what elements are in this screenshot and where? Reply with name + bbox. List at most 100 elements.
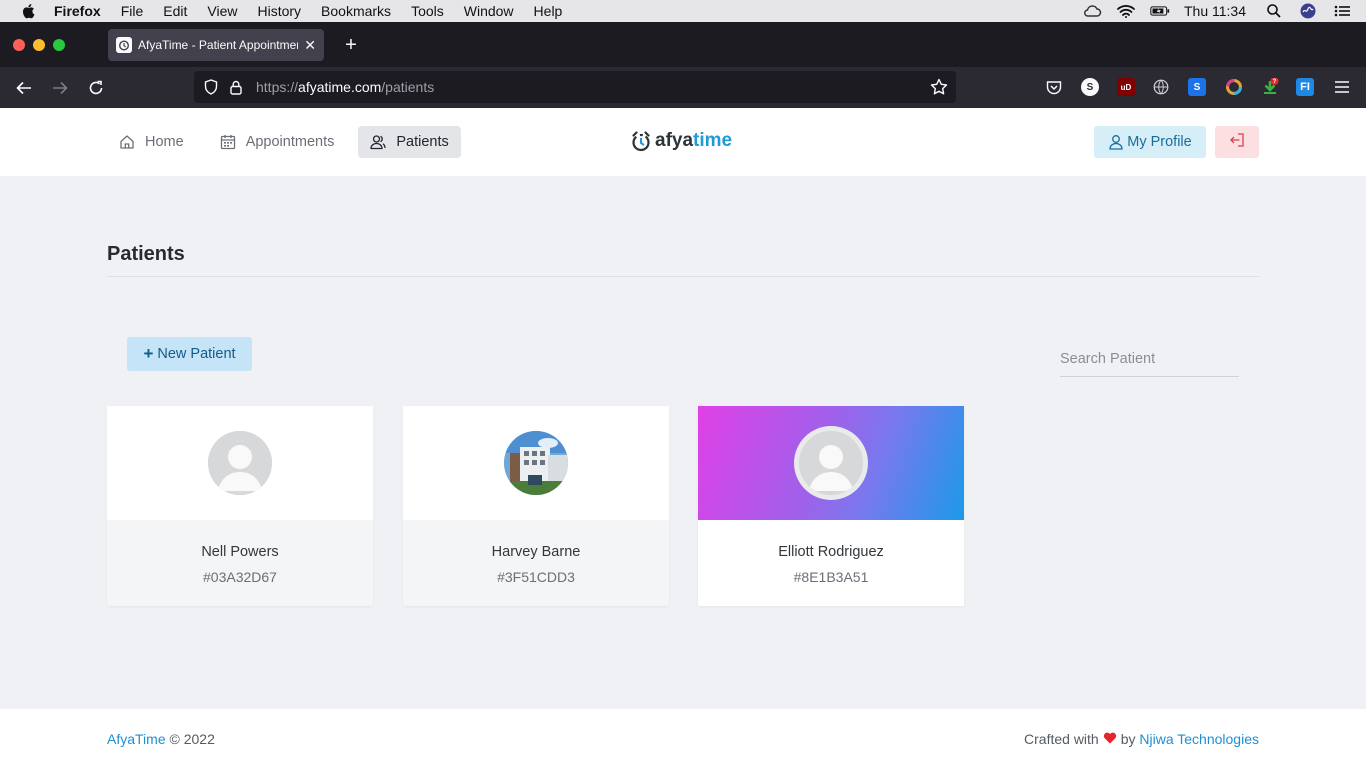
wifi-icon[interactable] <box>1116 3 1136 19</box>
footer-by-text: by <box>1120 731 1136 747</box>
calendar-icon <box>220 134 236 150</box>
browser-tab-bar: AfyaTime - Patient Appointment ✕ + <box>0 22 1366 67</box>
nav-patients-label: Patients <box>396 134 449 150</box>
new-patient-label: New Patient <box>157 346 236 362</box>
menu-edit[interactable]: Edit <box>163 3 187 19</box>
patient-name[interactable]: Harvey Barne <box>403 520 669 560</box>
heart-icon <box>1103 731 1117 747</box>
patient-id: #8E1B3A51 <box>793 569 869 585</box>
minimize-window-button[interactable] <box>33 39 45 51</box>
patient-card-body: Elliott Rodriguez #8E1B3A51 <box>698 520 964 606</box>
download-extension-icon[interactable]: ? <box>1261 78 1279 96</box>
siri-icon[interactable] <box>1298 3 1318 19</box>
patient-id: #03A32D67 <box>203 569 277 585</box>
new-tab-button[interactable]: + <box>340 34 362 56</box>
menu-view[interactable]: View <box>207 3 237 19</box>
patient-name[interactable]: Nell Powers <box>107 520 373 560</box>
nav-appointments[interactable]: Appointments <box>208 126 347 158</box>
fi-extension-icon[interactable]: FI <box>1296 78 1314 96</box>
s-extension-icon[interactable]: S <box>1188 78 1206 96</box>
afyatime-favicon-icon <box>116 37 132 53</box>
patient-card[interactable]: Elliott Rodriguez #8E1B3A51 <box>698 406 964 606</box>
url-bar[interactable]: https://afyatime.com/patients <box>194 71 956 103</box>
back-arrow-icon[interactable] <box>12 76 36 100</box>
brand-name-time: time <box>693 130 733 151</box>
logout-button[interactable] <box>1215 126 1259 158</box>
my-profile-label: My Profile <box>1127 134 1192 150</box>
logout-icon <box>1229 132 1245 153</box>
color-picker-extension-icon[interactable] <box>1225 78 1243 96</box>
nav-home-label: Home <box>145 134 184 150</box>
menu-history[interactable]: History <box>257 3 301 19</box>
footer-company-link[interactable]: Njiwa Technologies <box>1139 731 1259 747</box>
search-patient-input[interactable] <box>1060 343 1239 375</box>
my-profile-button[interactable]: My Profile <box>1094 126 1206 158</box>
menu-app-name[interactable]: Firefox <box>54 3 101 19</box>
patient-card-cover <box>107 406 373 520</box>
footer-copyright-text: © 2022 <box>169 731 215 747</box>
skype-extension-icon[interactable]: S <box>1081 78 1099 96</box>
menu-help[interactable]: Help <box>534 3 563 19</box>
user-icon <box>1108 134 1124 150</box>
alarm-clock-logo-icon <box>631 130 651 152</box>
app-header: Home Appointments Patients afya time My P… <box>0 108 1366 176</box>
nav-home[interactable]: Home <box>107 126 196 158</box>
patient-card-cover <box>403 406 669 520</box>
battery-icon[interactable] <box>1150 3 1170 19</box>
control-center-icon[interactable] <box>1332 3 1352 19</box>
afyatime-logo[interactable]: afya time <box>631 130 732 152</box>
patient-photo-avatar <box>504 431 568 495</box>
creative-cloud-icon[interactable] <box>1082 3 1102 19</box>
search-patient-field <box>1060 343 1239 377</box>
patient-id: #3F51CDD3 <box>497 569 575 585</box>
reload-icon[interactable] <box>84 76 108 100</box>
close-window-button[interactable] <box>13 39 25 51</box>
footer-copyright: AfyaTime © 2022 <box>107 731 215 747</box>
menu-file[interactable]: File <box>121 3 144 19</box>
page-title: Patients <box>107 243 185 265</box>
spotlight-search-icon[interactable] <box>1264 3 1284 19</box>
main-navigation: Home Appointments Patients <box>107 126 461 158</box>
page-footer: AfyaTime © 2022 Crafted with by Njiwa Te… <box>0 709 1366 768</box>
url-host: afyatime.com <box>298 79 382 95</box>
patient-name[interactable]: Elliott Rodriguez <box>698 520 964 560</box>
nav-appointments-label: Appointments <box>245 134 335 150</box>
url-scheme: https:// <box>256 79 299 95</box>
browser-tab-active[interactable]: AfyaTime - Patient Appointment ✕ <box>108 29 324 61</box>
hamburger-menu-icon[interactable] <box>1333 78 1351 96</box>
globe-extension-icon[interactable] <box>1152 78 1170 96</box>
url-path: /patients <box>381 79 435 95</box>
close-tab-icon[interactable]: ✕ <box>304 37 316 54</box>
url-text[interactable]: https://afyatime.com/patients <box>256 79 434 95</box>
ublock-origin-icon[interactable]: uD <box>1117 78 1135 96</box>
footer-brand-link[interactable]: AfyaTime <box>107 731 166 747</box>
zoom-window-button[interactable] <box>53 39 65 51</box>
patient-card-body: Nell Powers #03A32D67 <box>107 520 373 606</box>
nav-patients[interactable]: Patients <box>358 126 461 158</box>
plus-icon: + <box>143 344 154 363</box>
lock-icon[interactable] <box>228 78 244 96</box>
bookmark-star-icon[interactable] <box>930 78 948 96</box>
pocket-icon[interactable] <box>1045 78 1063 96</box>
menubar-clock[interactable]: Thu 11:34 <box>1184 3 1246 19</box>
patient-card-cover <box>698 406 964 520</box>
tracking-protection-shield-icon[interactable] <box>202 78 220 96</box>
patient-card-body: Harvey Barne #3F51CDD3 <box>403 520 669 606</box>
tab-title: AfyaTime - Patient Appointment <box>138 38 299 52</box>
avatar-placeholder-icon <box>208 431 272 495</box>
brand-name-afya: afya <box>655 130 694 151</box>
footer-crafted-text: Crafted with <box>1024 731 1099 747</box>
patient-card[interactable]: Harvey Barne #3F51CDD3 <box>403 406 669 606</box>
extension-badge-count: ? <box>1273 79 1277 85</box>
apple-logo-icon[interactable] <box>20 3 36 19</box>
new-patient-button[interactable]: + New Patient <box>127 337 252 371</box>
menu-window[interactable]: Window <box>464 3 514 19</box>
users-icon <box>370 134 387 150</box>
forward-arrow-icon[interactable] <box>48 76 72 100</box>
home-icon <box>119 134 135 150</box>
menu-tools[interactable]: Tools <box>411 3 444 19</box>
patient-card[interactable]: Nell Powers #03A32D67 <box>107 406 373 606</box>
title-divider <box>107 276 1259 277</box>
menu-bookmarks[interactable]: Bookmarks <box>321 3 391 19</box>
macos-menu-bar: Firefox File Edit View History Bookmarks… <box>0 0 1366 22</box>
